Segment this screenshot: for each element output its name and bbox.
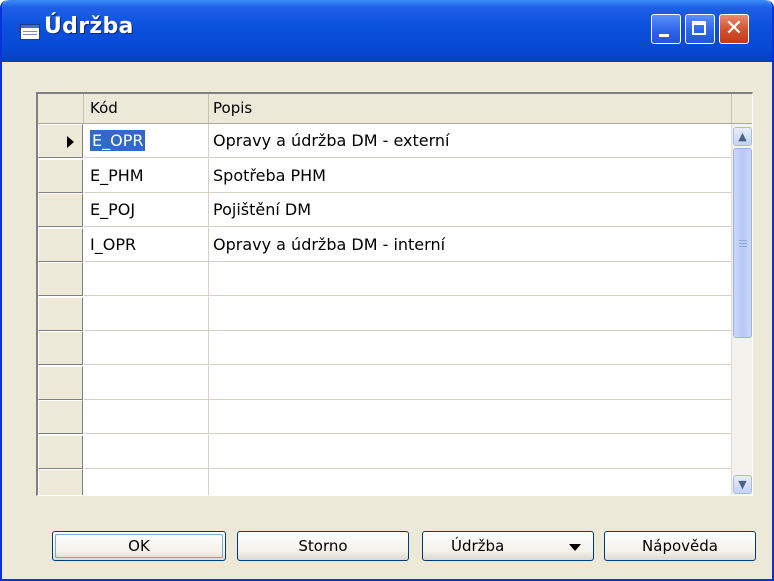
row-selector[interactable] [38, 469, 83, 495]
empty-row[interactable] [38, 469, 732, 495]
column-header-kod[interactable]: Kód [84, 94, 209, 123]
udrzba-menu-button[interactable]: Údržba [422, 531, 594, 561]
napoveda-label: Nápověda [642, 537, 718, 555]
header-selector [38, 94, 84, 123]
chevron-up-icon: ▲ [738, 130, 747, 143]
close-icon: ✕ [724, 16, 744, 41]
table-icon [20, 24, 40, 40]
cell-kod[interactable] [84, 400, 209, 434]
grid-header: Kód Popis [38, 94, 752, 124]
window-title: Údržba [44, 14, 134, 39]
cell-popis[interactable]: Pojištění DM [209, 193, 732, 227]
cell-popis[interactable] [209, 469, 732, 495]
cell-popis[interactable] [209, 435, 732, 469]
row-selector[interactable] [38, 331, 83, 365]
row-selector[interactable] [38, 365, 83, 400]
empty-row[interactable] [38, 365, 732, 400]
cell-popis[interactable] [209, 331, 732, 365]
title-bar[interactable]: Údržba ✕ [2, 0, 772, 62]
current-row-pointer-icon [67, 136, 74, 148]
scroll-thumb[interactable] [733, 148, 752, 338]
column-header-popis[interactable]: Popis [209, 94, 732, 123]
minimize-icon [659, 34, 669, 37]
minimize-button[interactable] [651, 14, 681, 44]
cell-kod[interactable]: E_POJ [84, 193, 209, 227]
maximize-button[interactable] [685, 14, 715, 44]
row-selector[interactable] [38, 434, 83, 469]
cell-kod[interactable] [84, 296, 209, 331]
close-button[interactable]: ✕ [719, 14, 749, 44]
napoveda-button[interactable]: Nápověda [604, 531, 756, 561]
storno-button[interactable]: Storno [237, 531, 409, 561]
cell-popis[interactable]: Opravy a údržba DM - externí [209, 124, 732, 158]
table-row[interactable]: E_OPR Opravy a údržba DM - externí [38, 124, 732, 158]
cell-popis[interactable]: Opravy a údržba DM - interní [209, 228, 732, 262]
scroll-up-button[interactable]: ▲ [733, 127, 752, 146]
row-selector[interactable] [38, 193, 83, 227]
empty-row[interactable] [38, 296, 732, 331]
cell-kod[interactable]: E_OPR [84, 124, 209, 158]
cell-kod[interactable] [84, 331, 209, 365]
row-selector[interactable] [38, 227, 83, 262]
cell-kod[interactable]: I_OPR [84, 227, 209, 262]
chevron-down-icon: ▼ [738, 478, 747, 491]
row-selector[interactable] [38, 158, 83, 193]
storno-label: Storno [298, 537, 348, 555]
cell-kod[interactable] [84, 365, 209, 400]
focus-ring [55, 534, 223, 558]
cell-kod[interactable] [84, 262, 209, 296]
empty-row[interactable] [38, 400, 732, 434]
ok-button[interactable]: OK [52, 531, 226, 561]
cell-popis[interactable] [209, 262, 732, 296]
udrzba-window: Údržba ✕ Kód Popis E_OPR Opravy a údržba … [0, 0, 774, 581]
table-row[interactable]: E_POJ Pojištění DM [38, 193, 732, 227]
table-row[interactable]: I_OPR Opravy a údržba DM - interní [38, 227, 732, 262]
cell-popis[interactable] [209, 297, 732, 331]
cell-popis[interactable] [209, 400, 732, 434]
maximize-icon [692, 21, 706, 35]
cell-popis[interactable]: Spotřeba PHM [209, 159, 732, 193]
row-selector[interactable] [38, 124, 83, 158]
table-row[interactable]: E_PHM Spotřeba PHM [38, 158, 732, 193]
header-filler [732, 94, 752, 123]
maintenance-grid[interactable]: Kód Popis E_OPR Opravy a údržba DM - exte… [36, 92, 753, 496]
vertical-scrollbar[interactable]: ▲ ▼ [731, 124, 752, 495]
empty-row[interactable] [38, 331, 732, 365]
selected-code: E_OPR [90, 130, 146, 151]
udrzba-label: Údržba [451, 537, 505, 555]
cell-kod[interactable] [84, 469, 209, 495]
row-selector[interactable] [38, 400, 83, 434]
row-selector[interactable] [38, 262, 83, 296]
cell-popis[interactable] [209, 366, 732, 400]
row-selector[interactable] [38, 296, 83, 331]
dropdown-arrow-icon [569, 544, 581, 551]
cell-kod[interactable]: E_PHM [84, 158, 209, 193]
cell-kod[interactable] [84, 434, 209, 469]
empty-row[interactable] [38, 262, 732, 296]
scroll-down-button[interactable]: ▼ [733, 475, 752, 494]
empty-row[interactable] [38, 434, 732, 469]
